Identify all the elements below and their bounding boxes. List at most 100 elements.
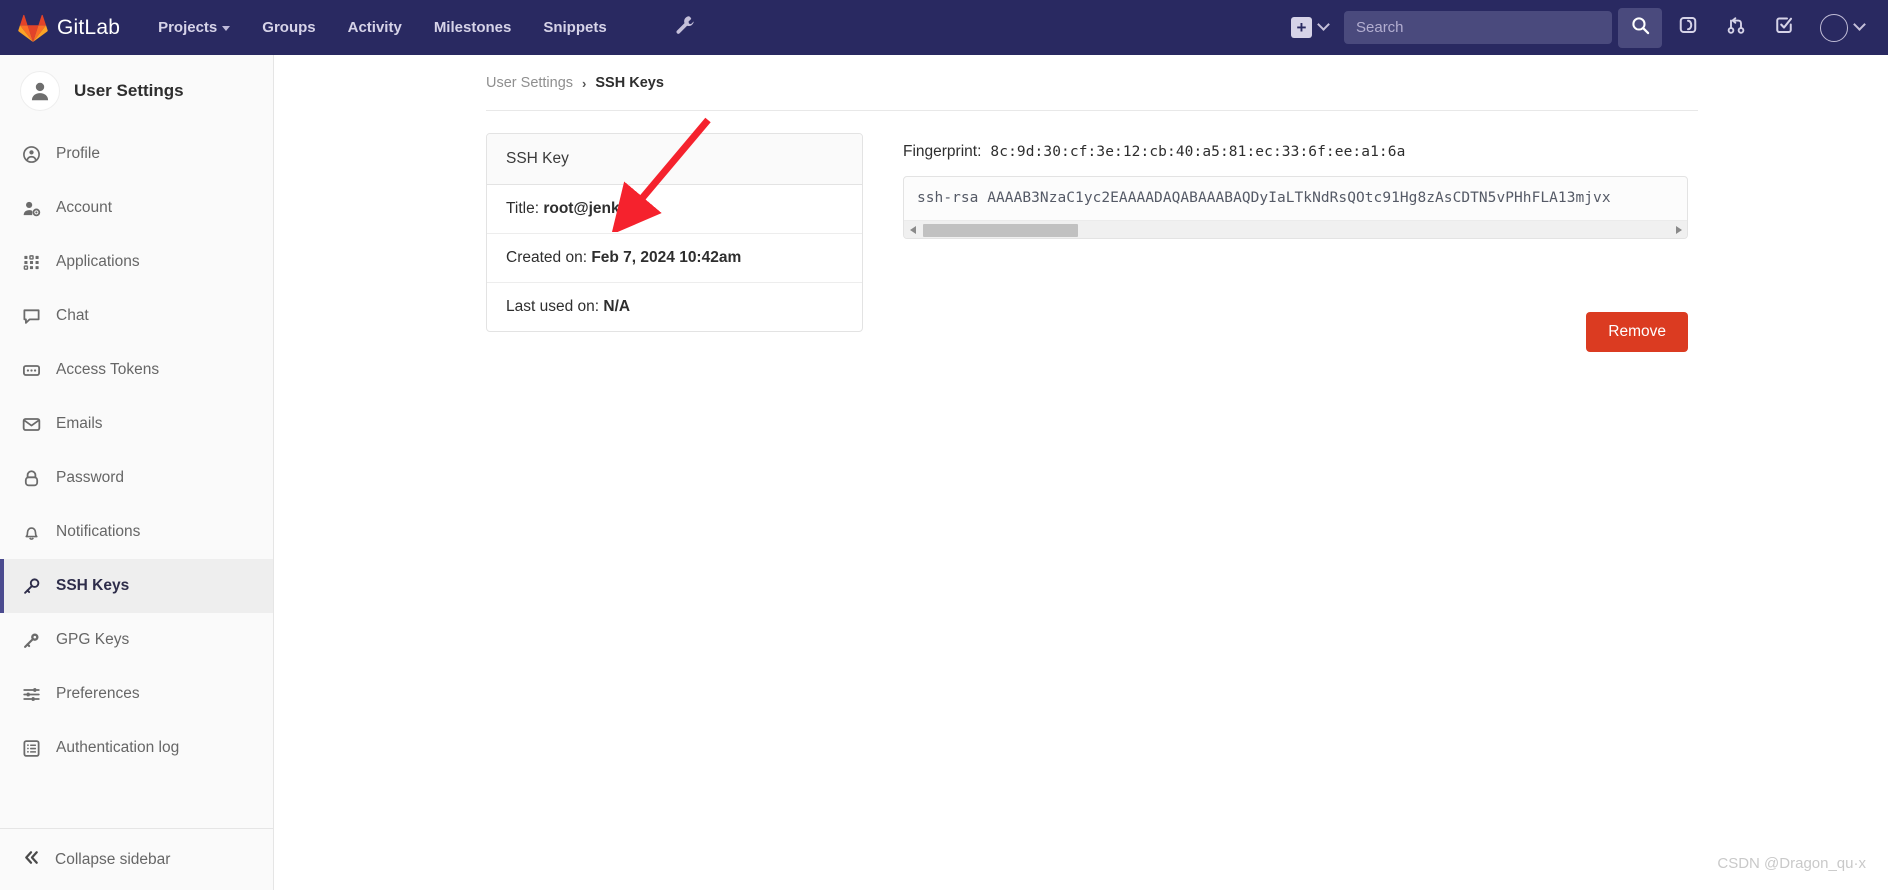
ssh-key-detail: Fingerprint: 8c:9d:30:cf:3e:12:cb:40:a5:… [903,133,1688,352]
todos-button[interactable] [1762,8,1806,48]
sidebar-item-gpg-keys[interactable]: GPG Keys [0,613,273,667]
double-chevron-left-icon [22,848,41,872]
authentication-log-icon [22,739,41,758]
chevron-down-icon [1853,18,1866,31]
chevron-down-icon [222,26,231,31]
scroll-right-arrow-icon[interactable] [1670,221,1687,239]
fingerprint-line: Fingerprint: 8c:9d:30:cf:3e:12:cb:40:a5:… [903,143,1688,161]
breadcrumb-user-settings[interactable]: User Settings [486,75,573,91]
watermark: CSDN @Dragon_qu·x [1717,855,1866,872]
main-content: User Settings › SSH Keys SSH Key Title: … [274,55,1888,890]
gitlab-brand-text: GitLab [57,15,121,39]
scroll-left-arrow-icon[interactable] [904,221,921,239]
ssh-key-last-used-value: N/A [603,298,631,315]
sidebar-item-account-label: Account [56,199,113,216]
emails-icon [22,415,41,434]
preferences-sliders-icon [22,685,41,704]
chevron-down-icon [1317,18,1330,31]
gitlab-brand[interactable]: GitLab [18,14,120,42]
user-settings-sidebar: User Settings Profile Account Applicatio… [0,55,274,890]
todos-icon [1774,15,1794,40]
sidebar-item-ssh-keys-label: SSH Keys [56,577,130,594]
collapse-sidebar-button[interactable]: Collapse sidebar [0,828,273,890]
ssh-key-created-label: Created on: [506,249,587,266]
ssh-key-card-header: SSH Key [487,134,862,185]
admin-area-button[interactable] [675,15,695,40]
breadcrumb: User Settings › SSH Keys [274,55,1888,91]
top-navbar: GitLab Projects Groups Activity Mileston… [0,0,1888,55]
issues-button[interactable] [1666,8,1710,48]
public-key-textarea[interactable]: ssh-rsa AAAAB3NzaC1yc2EAAAADAQABAAABAQDy… [903,176,1688,239]
profile-icon [22,145,41,164]
sidebar-item-profile[interactable]: Profile [0,127,273,181]
new-dropdown-button[interactable]: + [1281,0,1338,55]
scrollbar-track[interactable] [921,221,1670,239]
notifications-bell-icon [22,523,41,542]
search-placeholder: Search [1356,19,1404,36]
public-key-value: ssh-rsa AAAAB3NzaC1yc2EAAAADAQABAAABAQDy… [917,190,1611,206]
nav-link-projects-label: Projects [158,19,218,36]
sidebar-item-ssh-keys[interactable]: SSH Keys [0,559,273,613]
search-input[interactable]: Search [1344,11,1612,44]
actions-row: Remove [903,312,1688,352]
access-tokens-icon [22,361,41,380]
ssh-key-panes: SSH Key Title: root@jenkins Created on: … [274,111,1888,352]
account-icon [22,199,41,218]
nav-link-snippets[interactable]: Snippets [527,0,622,55]
chat-icon [22,307,41,326]
avatar [1820,13,1848,42]
sidebar-item-password-label: Password [56,469,125,486]
search-icon [1631,16,1650,40]
issues-icon [1678,15,1698,40]
sidebar-header: User Settings [0,55,273,125]
ssh-key-created-row: Created on: Feb 7, 2024 10:42am [487,234,862,283]
sidebar-item-chat-label: Chat [56,307,89,324]
merge-requests-icon [1726,15,1746,40]
sidebar-item-notifications[interactable]: Notifications [0,505,273,559]
ssh-key-title-row: Title: root@jenkins [487,185,862,234]
scrollbar-thumb[interactable] [923,223,1078,237]
remove-button[interactable]: Remove [1586,312,1688,352]
nav-link-milestones[interactable]: Milestones [418,0,528,55]
sidebar-item-authentication-log-label: Authentication log [56,739,180,756]
sidebar-item-authentication-log[interactable]: Authentication log [0,721,273,775]
sidebar-item-preferences[interactable]: Preferences [0,667,273,721]
ssh-key-icon [22,577,41,596]
collapse-sidebar-label: Collapse sidebar [55,850,171,868]
user-avatar-icon [20,71,60,111]
ssh-key-last-used-label: Last used on: [506,298,600,315]
sidebar-item-emails-label: Emails [56,415,103,432]
sidebar-item-password[interactable]: Password [0,451,273,505]
nav-link-activity[interactable]: Activity [332,0,418,55]
nav-link-groups[interactable]: Groups [246,0,331,55]
ssh-key-title-value: root@jenkins [543,200,642,217]
user-menu-button[interactable] [1808,13,1874,42]
fingerprint-label: Fingerprint: [903,143,982,160]
sidebar-title: User Settings [74,81,184,100]
sidebar-item-preferences-label: Preferences [56,685,140,702]
ssh-key-last-used-row: Last used on: N/A [487,283,862,331]
sidebar-item-access-tokens[interactable]: Access Tokens [0,343,273,397]
navbar-links: Projects Groups Activity Milestones Snip… [142,0,623,55]
plus-icon: + [1291,17,1312,38]
fingerprint-value: 8c:9d:30:cf:3e:12:cb:40:a5:81:ec:33:6f:e… [990,144,1406,160]
merge-requests-button[interactable] [1714,8,1758,48]
password-lock-icon [22,469,41,488]
sidebar-item-gpg-keys-label: GPG Keys [56,631,130,648]
breadcrumb-current: SSH Keys [595,75,664,91]
sidebar-item-account[interactable]: Account [0,181,273,235]
public-key-horizontal-scrollbar[interactable] [904,220,1687,238]
sidebar-item-chat[interactable]: Chat [0,289,273,343]
sidebar-item-profile-label: Profile [56,145,100,162]
sidebar-item-applications-label: Applications [56,253,140,270]
gpg-key-icon [22,631,41,650]
sidebar-item-notifications-label: Notifications [56,523,141,540]
ssh-key-title-label: Title: [506,200,540,217]
navbar-right: + Search [1281,0,1888,55]
nav-link-projects[interactable]: Projects [142,0,246,55]
gitlab-logo-icon [18,14,48,42]
sidebar-item-emails[interactable]: Emails [0,397,273,451]
breadcrumb-separator-icon: › [582,75,587,91]
search-button[interactable] [1618,7,1662,48]
sidebar-item-applications[interactable]: Applications [0,235,273,289]
